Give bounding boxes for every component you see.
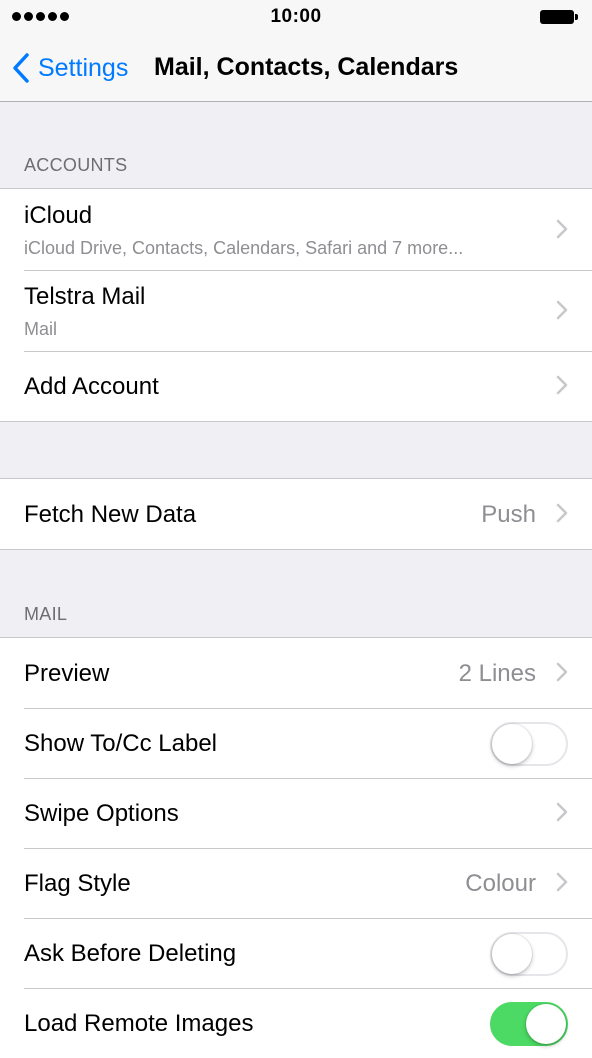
row-title: iCloud: [24, 202, 93, 229]
row-title: Telstra Mail: [24, 283, 146, 310]
ask-before-deleting-row: Ask Before Deleting: [0, 918, 592, 988]
row-title: Add Account: [24, 373, 159, 400]
navigation-bar: Settings Mail, Contacts, Calendars: [0, 34, 592, 102]
row-title: Show To/Cc Label: [24, 730, 218, 757]
chevron-right-icon: [556, 802, 568, 822]
preview-row[interactable]: Preview 2 Lines: [0, 638, 592, 708]
ask-before-deleting-toggle[interactable]: [490, 932, 568, 976]
fetch-group: Fetch New Data Push: [0, 478, 592, 550]
row-title: Swipe Options: [24, 800, 179, 827]
chevron-right-icon: [556, 375, 568, 395]
accounts-group: iCloud iCloud Drive, Contacts, Calendars…: [0, 188, 592, 422]
row-subtitle: iCloud Drive, Contacts, Calendars, Safar…: [24, 238, 464, 258]
row-title: Fetch New Data: [24, 501, 197, 528]
swipe-options-row[interactable]: Swipe Options: [0, 778, 592, 848]
row-value: Colour: [465, 870, 536, 897]
status-bar: 10:00: [0, 0, 592, 34]
row-title: Load Remote Images: [24, 1010, 254, 1037]
account-row-telstra-mail[interactable]: Telstra Mail Mail: [0, 270, 592, 351]
add-account-row[interactable]: Add Account: [0, 351, 592, 421]
fetch-new-data-row[interactable]: Fetch New Data Push: [0, 479, 592, 549]
section-header-mail: MAIL: [24, 604, 68, 624]
show-tocc-label-toggle[interactable]: [490, 722, 568, 766]
flag-style-row[interactable]: Flag Style Colour: [0, 848, 592, 918]
row-value: Push: [481, 501, 536, 528]
load-remote-images-toggle[interactable]: [490, 1002, 568, 1046]
mail-group: Preview 2 Lines Show To/Cc Label Swipe O…: [0, 637, 592, 1058]
row-title: Ask Before Deleting: [24, 940, 237, 967]
page-title: Mail, Contacts, Calendars: [154, 53, 459, 81]
row-title: Preview: [24, 660, 110, 687]
chevron-right-icon: [556, 219, 568, 239]
row-title: Flag Style: [24, 870, 131, 897]
chevron-right-icon: [556, 300, 568, 320]
section-header-accounts: ACCOUNTS: [24, 155, 128, 175]
chevron-right-icon: [556, 872, 568, 892]
back-button[interactable]: Settings: [10, 50, 128, 86]
row-value: 2 Lines: [458, 660, 536, 687]
chevron-right-icon: [556, 662, 568, 682]
show-tocc-label-row: Show To/Cc Label: [0, 708, 592, 778]
chevron-left-icon: [13, 53, 29, 83]
battery-icon: [540, 10, 580, 24]
back-button-label: Settings: [38, 53, 129, 82]
account-row-icloud[interactable]: iCloud iCloud Drive, Contacts, Calendars…: [0, 189, 592, 270]
load-remote-images-row: Load Remote Images: [0, 988, 592, 1058]
row-subtitle: Mail: [24, 319, 58, 339]
status-time: 10:00: [270, 6, 322, 27]
chevron-right-icon: [556, 503, 568, 523]
